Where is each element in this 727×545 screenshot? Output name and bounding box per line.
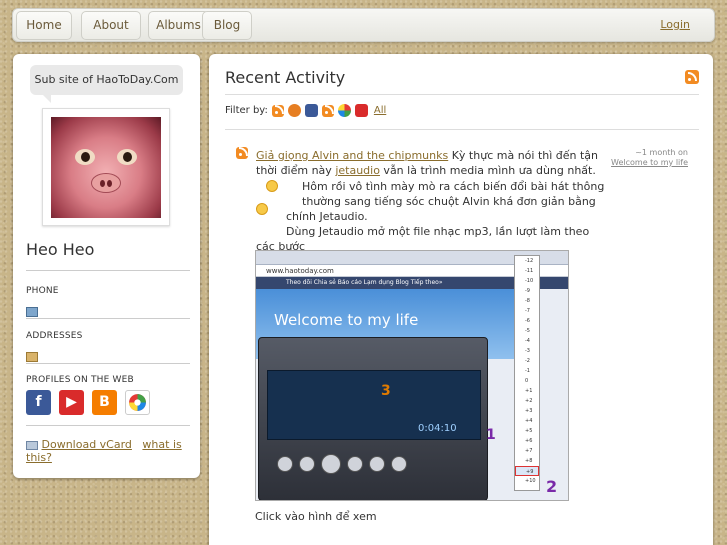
image-caption: Click vào hình để xem <box>255 510 377 523</box>
post-text-2: vẫn là trình media mình ưa dùng nhất. <box>379 164 596 177</box>
filter-rss-icon[interactable] <box>271 104 284 117</box>
post-text-3: Hôm rồi vô tình mày mò ra cách biến đổi … <box>302 180 605 208</box>
player-time: 0:04:10 <box>418 423 457 434</box>
post-source-link[interactable]: Welcome to my life <box>611 158 688 167</box>
youtube-icon[interactable]: ▶ <box>59 390 84 415</box>
divider <box>225 94 699 95</box>
player-display: 0:04:10 <box>267 370 481 440</box>
post-body: Giả giọng Alvin and the chipmunks Kỳ thự… <box>256 148 606 254</box>
pitch-option: +3 <box>525 408 533 414</box>
address-icon <box>26 352 38 362</box>
post-screenshot-image[interactable]: www.haotoday.com Theo dõi Chia sẻ Báo cá… <box>255 250 569 501</box>
post-rss-icon <box>236 147 248 159</box>
pitch-option: -9 <box>525 288 530 294</box>
rewind-icon <box>369 456 385 472</box>
login-link[interactable]: Login <box>660 18 690 31</box>
post-text-4: chính Jetaudio. <box>286 210 368 223</box>
nav-home[interactable]: Home <box>16 11 72 40</box>
divider <box>26 318 190 319</box>
annotation-3: 3 <box>381 383 391 399</box>
pitch-option: -4 <box>525 338 530 344</box>
phone-icon <box>26 307 38 317</box>
blogger-icon[interactable]: B <box>92 390 117 415</box>
pitch-option: 0 <box>525 378 529 384</box>
top-nav-bar: Home About Albums Blog Login <box>12 8 715 42</box>
pitch-option: -3 <box>525 348 530 354</box>
play-icon <box>321 454 341 474</box>
jetaudio-link[interactable]: jetaudio <box>335 164 380 177</box>
pitch-dropdown: -12 -11 -10 -9 -8 -7 -6 -5 -4 -3 -2 -1 0 +1 +2 +3 +4 +5 +6… <box>514 255 540 491</box>
bubble-tail <box>43 95 51 103</box>
divider <box>225 129 699 130</box>
filter-bar: Filter by: All <box>225 104 386 117</box>
pitch-option: +7 <box>525 448 533 454</box>
pitch-option: -6 <box>525 318 530 324</box>
post-text-5: Dùng Jetaudio mở một file nhạc mp3, lần … <box>256 225 590 253</box>
pitch-option: -10 <box>525 278 534 284</box>
pitch-option: +1 <box>525 388 533 394</box>
post-time: ~1 month on <box>635 148 688 157</box>
post-paragraph: Hôm rồi vô tình mày mò ra cách biến đổi … <box>256 179 606 209</box>
filter-picasa-icon[interactable] <box>337 104 351 117</box>
vcard-row: Download vCard what is this? <box>26 438 200 464</box>
profile-sidebar: Sub site of HaoToDay.Com Heo Heo PHONE A… <box>13 54 200 478</box>
forward-icon <box>391 456 407 472</box>
filter-rss-icon-2[interactable] <box>321 104 334 117</box>
filter-blogger-icon[interactable] <box>287 104 301 117</box>
picasa-icon[interactable] <box>125 390 150 415</box>
divider <box>26 425 190 426</box>
avatar-frame <box>42 108 170 226</box>
pitch-option: +2 <box>525 398 533 404</box>
avatar-eye-right <box>117 149 137 165</box>
profile-name: Heo Heo <box>26 240 95 259</box>
pitch-option: -7 <box>525 308 530 314</box>
nav-blog[interactable]: Blog <box>202 11 252 40</box>
page-title: Recent Activity <box>225 68 346 87</box>
nav-about[interactable]: About <box>81 11 141 40</box>
jetaudio-player: 0:04:10 <box>258 337 488 500</box>
avatar-eye-left <box>75 149 95 165</box>
pitch-option: -5 <box>525 328 530 334</box>
profiles-label: PROFILES ON THE WEB <box>26 375 134 385</box>
post-paragraph: chính Jetaudio. <box>256 203 606 224</box>
rss-icon[interactable] <box>685 70 699 84</box>
avatar <box>51 117 161 218</box>
pitch-option: -11 <box>525 268 534 274</box>
pitch-option: -1 <box>525 368 530 374</box>
pitch-option: +6 <box>525 438 533 444</box>
site-note: Sub site of HaoToDay.Com <box>30 65 183 95</box>
filter-label: Filter by: <box>225 105 268 116</box>
next-icon <box>347 456 363 472</box>
stop-icon <box>299 456 315 472</box>
pitch-option: +10 <box>525 478 536 484</box>
pitch-option: +9 <box>515 466 539 476</box>
filter-facebook-icon[interactable] <box>304 104 318 117</box>
addresses-label: ADDRESSES <box>26 331 83 341</box>
filter-all-link[interactable]: All <box>374 105 386 116</box>
divider <box>26 270 190 271</box>
post-meta: ~1 month on Welcome to my life <box>611 148 688 168</box>
pitch-option: +5 <box>525 428 533 434</box>
prev-icon <box>277 456 293 472</box>
vcard-icon <box>26 440 38 450</box>
divider <box>26 363 190 364</box>
facebook-icon[interactable]: f <box>26 390 51 415</box>
pitch-option: -2 <box>525 358 530 364</box>
annotation-1: 1 <box>486 427 496 443</box>
emoticon-icon <box>256 203 268 215</box>
pitch-option: -8 <box>525 298 530 304</box>
pitch-option: +4 <box>525 418 533 424</box>
post-title-link[interactable]: Giả giọng Alvin and the chipmunks <box>256 149 448 162</box>
phone-label: PHONE <box>26 286 59 296</box>
filter-youtube-icon[interactable] <box>354 104 368 117</box>
emoticon-icon <box>266 180 278 192</box>
pitch-option: -12 <box>525 258 534 264</box>
blog-welcome-text: Welcome to my life <box>274 311 419 329</box>
avatar-snout <box>91 173 121 193</box>
nav-albums[interactable]: Albums <box>148 11 209 40</box>
annotation-2: 2 <box>546 477 558 496</box>
download-vcard-link[interactable]: Download vCard <box>42 438 132 451</box>
pitch-option: +8 <box>525 458 533 464</box>
main-panel: Recent Activity Filter by: All Giả giọng… <box>209 54 713 545</box>
